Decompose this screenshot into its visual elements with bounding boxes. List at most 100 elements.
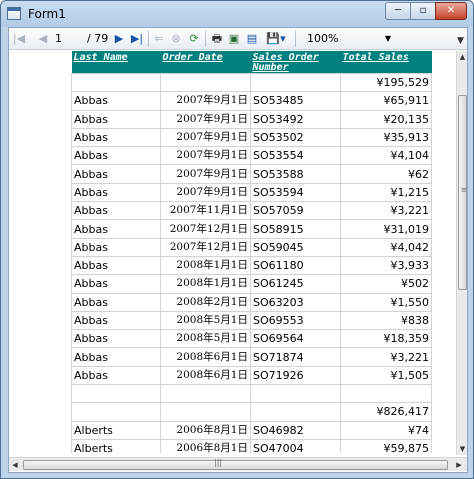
cell-total-sales: ¥838 [340, 310, 432, 331]
cell-sales-order-number: SO59045 [250, 237, 341, 257]
cell-sales-order-number: SO53492 [250, 109, 341, 129]
cell-last-name [71, 402, 161, 422]
cell-last-name: Abbas [71, 237, 161, 257]
cell-last-name: Abbas [71, 255, 161, 276]
cell-last-name: Abbas [71, 347, 161, 367]
report-page: Last Name Order Date Sales Order Number … [9, 51, 456, 453]
app-window: Form1 ─ ▫ ✕ |◀ ◀ ◀ / 79 ▶ ▶| ⇐ ⊗ ⟳ 🖶 ▣ ▤… [0, 0, 474, 479]
zoom-value: 100% [307, 32, 339, 45]
cell-order-date: 2007年9月1日 [160, 91, 251, 111]
cell-total-sales: ¥1,215 [340, 182, 432, 203]
table-row: Alberts 2006年8月1日 SO46982 ¥74 [71, 420, 432, 440]
table-row: Abbas 2008年1月1日 SO61245 ¥502 [71, 274, 432, 294]
cell-sales-order-number [250, 402, 341, 422]
cell-total-sales: ¥826,417 [340, 402, 432, 422]
refresh-icon[interactable]: ⟳ [187, 31, 201, 47]
cell-sales-order-number: SO63203 [250, 292, 341, 312]
cell-sales-order-number: SO71874 [250, 347, 341, 367]
horizontal-scrollbar[interactable]: ◀ ||| ▶ [9, 457, 467, 471]
cell-sales-order-number: SO69553 [250, 310, 341, 331]
maximize-button[interactable]: ▫ [410, 2, 436, 20]
table-row: Abbas 2008年6月1日 SO71874 ¥3,221 [71, 347, 432, 367]
last-page-icon[interactable]: ▶| [129, 31, 145, 47]
cell-last-name: Abbas [71, 146, 161, 166]
cell-total-sales: ¥35,913 [340, 127, 432, 148]
cell-last-name: Abbas [71, 127, 161, 148]
sales-table: Last Name Order Date Sales Order Number … [71, 51, 432, 453]
grip-icon: ||| [214, 458, 223, 467]
page-number-input[interactable] [55, 31, 87, 47]
cell-order-date: 2007年11月1日 [160, 201, 251, 221]
table-row: Abbas 2008年2月1日 SO63203 ¥1,550 [71, 292, 432, 312]
cell-last-name: Abbas [71, 91, 161, 111]
cell-total-sales: ¥4,042 [340, 237, 432, 257]
cell-order-date [160, 72, 251, 93]
cell-total-sales: ¥1,550 [340, 292, 432, 312]
back-icon[interactable]: ⇐ [152, 31, 166, 47]
table-row: Abbas 2007年12月1日 SO59045 ¥4,042 [71, 237, 432, 257]
minimize-button[interactable]: ─ [385, 2, 411, 20]
print-icon[interactable]: 🖶 [209, 31, 225, 47]
scroll-down-icon[interactable]: ▼ [457, 443, 468, 455]
cell-order-date: 2008年5月1日 [160, 310, 251, 331]
table-row: Abbas 2007年9月1日 SO53492 ¥20,135 [71, 109, 432, 129]
table-row: Alberts 2006年8月1日 SO47004 ¥59,875 [71, 438, 432, 453]
cell-total-sales: ¥65,911 [340, 91, 432, 111]
cell-sales-order-number: SO47004 [250, 438, 341, 453]
scroll-left-icon[interactable]: ◀ [9, 458, 21, 472]
cell-total-sales: ¥62 [340, 164, 432, 184]
cell-total-sales: ¥3,221 [340, 201, 432, 221]
cell-sales-order-number: SO53588 [250, 164, 341, 184]
cell-sales-order-number: SO46982 [250, 420, 341, 440]
print-layout-icon[interactable]: ▣ [227, 31, 241, 47]
table-row: Abbas 2007年9月1日 SO53554 ¥4,104 [71, 146, 432, 166]
stop-icon[interactable]: ⊗ [169, 31, 183, 47]
cell-order-date: 2007年9月1日 [160, 182, 251, 203]
table-row [71, 384, 432, 404]
toolbar-separator [148, 31, 149, 47]
cell-total-sales: ¥59,875 [340, 438, 432, 453]
table-row: Abbas 2007年9月1日 SO53594 ¥1,215 [71, 182, 432, 203]
cell-order-date [160, 384, 251, 404]
table-row: Abbas 2008年6月1日 SO71926 ¥1,505 [71, 365, 432, 386]
vertical-scroll-thumb[interactable]: ≡ [458, 95, 467, 290]
header-sales-order-number: Sales Order Number [250, 51, 341, 74]
cell-total-sales: ¥4,104 [340, 146, 432, 166]
window-title: Form1 [28, 7, 66, 21]
table-row: Abbas 2008年1月1日 SO61180 ¥3,933 [71, 255, 432, 276]
previous-page-icon[interactable]: ◀ [37, 31, 49, 47]
table-row: Abbas 2007年12月1日 SO58915 ¥31,019 [71, 219, 432, 239]
cell-total-sales: ¥20,135 [340, 109, 432, 129]
first-page-icon[interactable]: |◀ [12, 31, 26, 47]
table-row: ¥826,417 [71, 402, 432, 422]
cell-sales-order-number: SO53554 [250, 146, 341, 166]
cell-order-date: 2008年2月1日 [160, 292, 251, 312]
close-button[interactable]: ✕ [435, 2, 467, 20]
cell-total-sales: ¥31,019 [340, 219, 432, 239]
cell-last-name: Abbas [71, 274, 161, 294]
cell-sales-order-number: SO58915 [250, 219, 341, 239]
cell-total-sales: ¥18,359 [340, 329, 432, 349]
page-setup-icon[interactable]: ▤ [245, 31, 259, 47]
cell-order-date: 2008年5月1日 [160, 329, 251, 349]
next-page-icon[interactable]: ▶ [113, 31, 125, 47]
toolbar-separator [295, 31, 296, 47]
cell-last-name: Abbas [71, 329, 161, 349]
cell-order-date: 2006年8月1日 [160, 438, 251, 453]
cell-total-sales: ¥1,505 [340, 365, 432, 386]
table-row: Abbas 2007年9月1日 SO53588 ¥62 [71, 164, 432, 184]
scroll-right-icon[interactable]: ▶ [453, 458, 465, 472]
export-icon[interactable]: 💾▾ [263, 31, 289, 47]
header-total-sales: Total Sales [340, 51, 432, 74]
cell-sales-order-number: SO57059 [250, 201, 341, 221]
cell-order-date: 2008年6月1日 [160, 347, 251, 367]
cell-order-date [160, 402, 251, 422]
vertical-scrollbar[interactable]: ▲ ≡ ▼ [456, 51, 467, 455]
scroll-up-icon[interactable]: ▲ [457, 51, 468, 63]
cell-last-name: Abbas [71, 201, 161, 221]
toolbar-overflow-icon[interactable]: ▼ [457, 36, 464, 46]
horizontal-scroll-thumb[interactable]: ||| [23, 458, 448, 470]
title-bar[interactable]: Form1 ─ ▫ ✕ [1, 1, 473, 27]
zoom-select[interactable]: 100% ▼ [307, 31, 393, 47]
cell-sales-order-number: SO61245 [250, 274, 341, 294]
